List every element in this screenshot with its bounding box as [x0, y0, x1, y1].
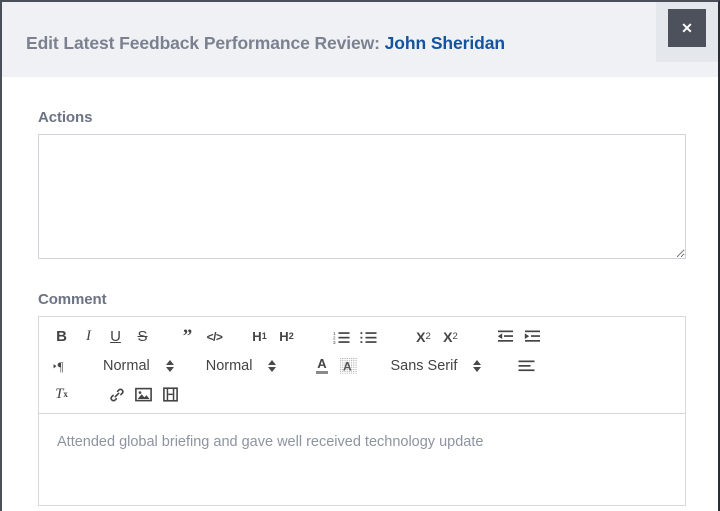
strikethrough-icon[interactable]: S — [129, 325, 156, 349]
clear-formatting-letter: T — [55, 387, 63, 402]
link-icon[interactable] — [103, 383, 130, 407]
ordered-list-icon[interactable]: 1 2 3 — [328, 325, 355, 349]
heading-1-letter: H — [252, 330, 261, 343]
toolbar-row-1: B I U S ” </> H1 H2 1 2 3 — [48, 322, 676, 351]
subscript-letter: X — [416, 330, 425, 344]
heading-1-icon[interactable]: H1 — [246, 325, 273, 349]
italic-icon[interactable]: I — [75, 325, 102, 349]
blockquote-icon[interactable]: ” — [174, 325, 201, 349]
font-size-value: Normal — [206, 358, 253, 374]
clear-formatting-x: x — [63, 390, 68, 399]
subscript-index: 2 — [426, 332, 431, 342]
svg-text:3: 3 — [333, 340, 336, 344]
comment-editor-content[interactable]: Attended global briefing and gave well r… — [38, 414, 686, 506]
actions-input[interactable] — [38, 134, 686, 259]
toolbar-row-2: ¶ Normal Normal A — [48, 351, 676, 380]
underline-icon[interactable]: U — [102, 325, 129, 349]
close-button-wrapper: ✕ — [656, 2, 718, 62]
modal-title-prefix: Edit Latest Feedback Performance Review: — [26, 33, 380, 53]
text-direction-icon[interactable]: ¶ — [48, 354, 75, 378]
chevron-updown-icon — [166, 360, 174, 372]
page-title: Edit Latest Feedback Performance Review:… — [26, 33, 505, 54]
subscript-icon[interactable]: X2 — [410, 325, 437, 349]
align-icon[interactable] — [513, 354, 540, 378]
font-family-value: Sans Serif — [390, 358, 457, 374]
font-color-letter: A — [316, 357, 327, 374]
comment-label: Comment — [38, 291, 682, 308]
close-icon[interactable]: ✕ — [668, 9, 706, 47]
toolbar-row-3: Tx — [48, 380, 676, 409]
superscript-icon[interactable]: X2 — [437, 325, 464, 349]
font-size-select[interactable]: Normal — [206, 354, 281, 378]
video-icon[interactable] — [157, 383, 184, 407]
font-color-icon[interactable]: A — [308, 354, 335, 378]
heading-format-select[interactable]: Normal — [103, 354, 178, 378]
heading-format-value: Normal — [103, 358, 150, 374]
image-icon[interactable] — [130, 383, 157, 407]
actions-label: Actions — [38, 109, 682, 126]
modal-body: Actions Comment B I U S ” </> H1 H2 — [2, 109, 718, 506]
clear-formatting-icon[interactable]: Tx — [48, 383, 75, 407]
bold-icon[interactable]: B — [48, 325, 75, 349]
indent-icon[interactable] — [519, 325, 546, 349]
svg-text:¶: ¶ — [57, 359, 63, 373]
heading-1-level: 1 — [262, 332, 267, 341]
heading-2-letter: H — [279, 330, 288, 343]
code-block-icon[interactable]: </> — [201, 325, 228, 349]
editor-toolbar: B I U S ” </> H1 H2 1 2 3 — [38, 316, 686, 414]
svg-text:A: A — [343, 359, 352, 373]
font-family-select[interactable]: Sans Serif — [390, 354, 485, 378]
chevron-updown-icon — [268, 360, 276, 372]
superscript-letter: X — [443, 330, 452, 344]
bullet-list-icon[interactable] — [355, 325, 382, 349]
superscript-index: 2 — [453, 332, 458, 342]
comment-rich-text-editor: B I U S ” </> H1 H2 1 2 3 — [38, 316, 686, 506]
edit-feedback-modal: Edit Latest Feedback Performance Review:… — [0, 0, 720, 511]
heading-2-level: 2 — [289, 332, 294, 341]
chevron-updown-icon — [473, 360, 481, 372]
background-color-icon[interactable]: A — [335, 354, 362, 378]
outdent-icon[interactable] — [492, 325, 519, 349]
modal-title-subject-name: John Sheridan — [385, 33, 505, 53]
modal-header: Edit Latest Feedback Performance Review:… — [2, 2, 718, 77]
heading-2-icon[interactable]: H2 — [273, 325, 300, 349]
comment-editor-text: Attended global briefing and gave well r… — [57, 432, 667, 452]
